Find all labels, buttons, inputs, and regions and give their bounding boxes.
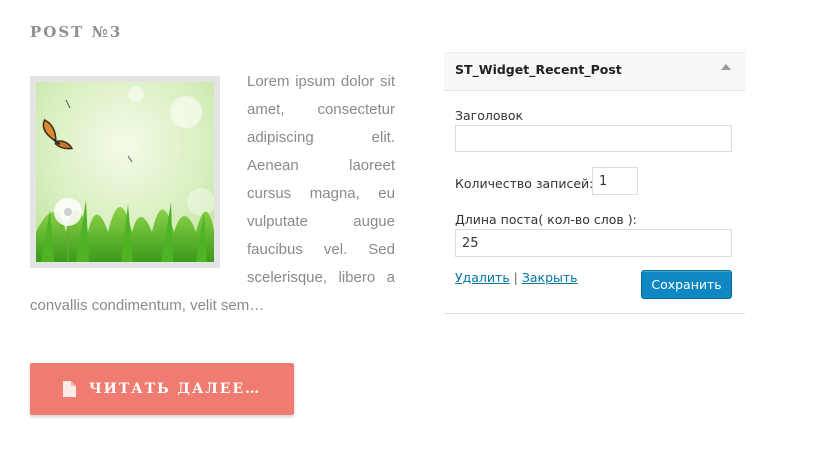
delete-link[interactable]: Удалить — [455, 270, 510, 285]
count-input[interactable] — [592, 167, 638, 195]
thumbnail-image — [36, 82, 214, 262]
link-separator: | — [513, 270, 518, 285]
read-more-label: ЧИТАТЬ ДАЛЕЕ… — [88, 381, 262, 397]
widget-panel: ST_Widget_Recent_Post Заголовок Количест… — [444, 52, 745, 314]
save-button[interactable]: Сохранить — [641, 270, 732, 299]
post-title: POST №3 — [30, 23, 123, 41]
close-link[interactable]: Закрыть — [522, 270, 578, 285]
read-more-button[interactable]: ЧИТАТЬ ДАЛЕЕ… — [30, 363, 294, 415]
length-input[interactable] — [455, 229, 732, 257]
widget-actions: Удалить | Закрыть — [455, 270, 578, 285]
length-field-label: Длина поста( кол-во слов ): — [455, 212, 637, 227]
widget-header[interactable]: ST_Widget_Recent_Post — [444, 53, 745, 91]
heading-input[interactable] — [455, 125, 732, 152]
widget-title: ST_Widget_Recent_Post — [455, 62, 622, 77]
count-field-label: Количество записей: — [455, 176, 594, 191]
post-thumbnail[interactable] — [30, 76, 220, 268]
collapse-arrow-icon[interactable] — [721, 64, 731, 70]
heading-field-label: Заголовок — [455, 108, 524, 123]
document-icon — [62, 381, 76, 397]
